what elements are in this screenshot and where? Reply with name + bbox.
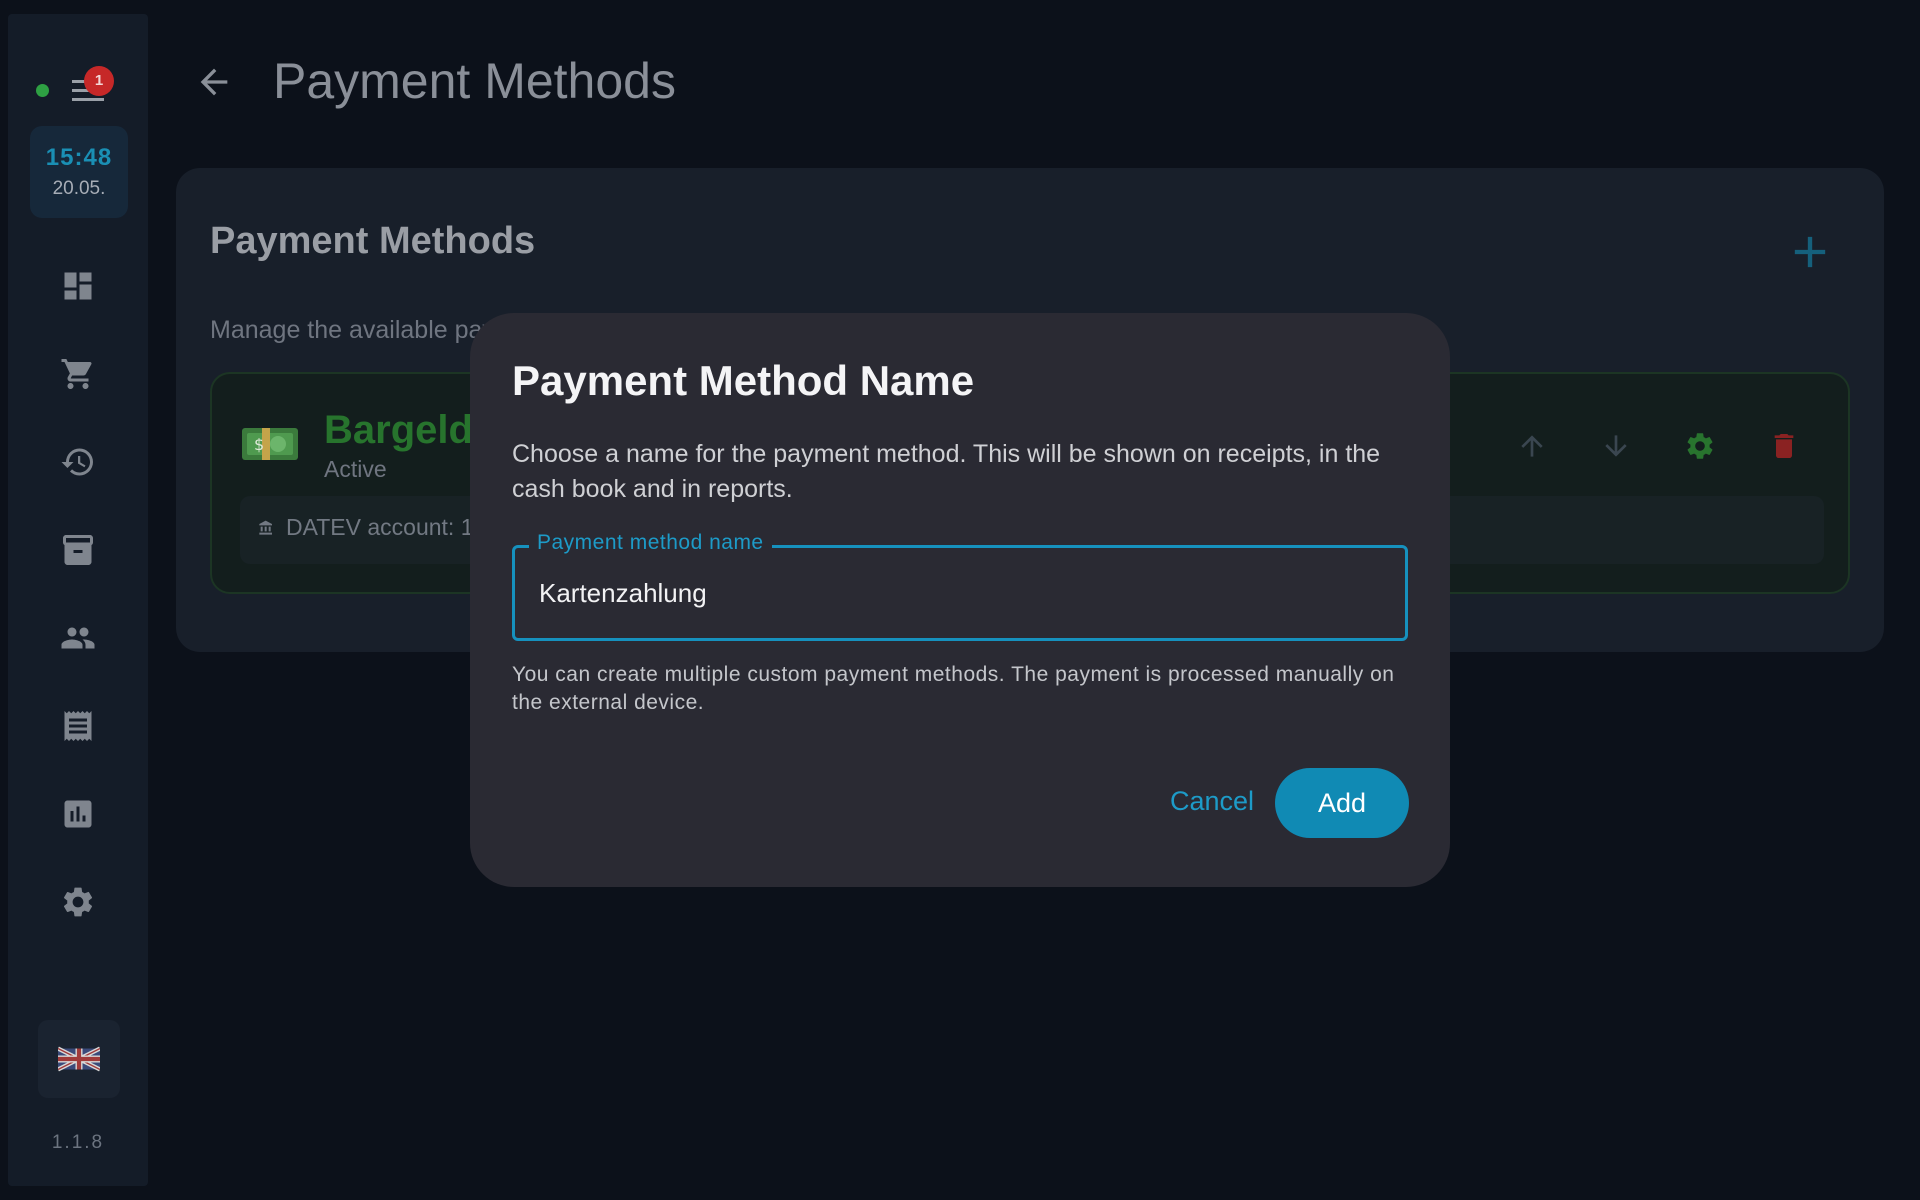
clock-date: 20.05. — [52, 178, 106, 199]
online-status-dot — [36, 84, 49, 97]
payment-method-name-dialog: Payment Method Name Choose a name for th… — [470, 313, 1450, 887]
settings-icon — [63, 887, 93, 917]
page-title: Payment Methods — [273, 53, 676, 109]
people-icon — [61, 627, 95, 649]
arrow-down-icon — [1605, 435, 1627, 457]
payment-method-name-field: Payment method name — [512, 531, 1408, 641]
trash-icon — [1774, 434, 1794, 458]
dialog-title: Payment Method Name — [512, 357, 975, 404]
history-icon — [61, 448, 93, 476]
field-label: Payment method name — [529, 531, 772, 555]
nav-reports[interactable] — [44, 782, 112, 846]
move-up-button[interactable] — [1504, 418, 1560, 474]
arrow-up-icon — [1521, 435, 1543, 457]
app-version: 1.1.8 — [51, 1132, 105, 1153]
back-button[interactable] — [194, 62, 242, 110]
menu-area: 1 — [8, 64, 148, 116]
chart-icon — [64, 800, 92, 828]
method-name: Bargeld — [324, 408, 473, 452]
nav-customers[interactable] — [44, 606, 112, 670]
app: 1 15:48 20.05. 1.1.8 Payment Methods Pay… — [0, 0, 1920, 1200]
card-title: Payment Methods — [210, 220, 536, 262]
dialog-description: Choose a name for the payment method. Th… — [512, 440, 1381, 503]
dashboard-icon — [64, 272, 92, 300]
delete-method-button[interactable] — [1756, 418, 1812, 474]
svg-text:$: $ — [254, 435, 264, 454]
cart-icon — [61, 359, 92, 389]
uk-flag-icon — [58, 1046, 100, 1072]
plus-icon — [1794, 236, 1826, 268]
cancel-button[interactable]: Cancel — [1152, 769, 1272, 833]
nav-archive[interactable] — [44, 518, 112, 582]
add-payment-method-button[interactable] — [1784, 226, 1836, 278]
notification-badge: 1 — [84, 66, 114, 96]
arrow-back-icon — [200, 68, 228, 96]
move-down-button[interactable] — [1588, 418, 1644, 474]
payment-method-name-input[interactable] — [515, 548, 1405, 638]
clock-time: 15:48 — [45, 144, 113, 171]
nav-sales[interactable] — [44, 342, 112, 406]
money-icon: $ — [242, 428, 298, 460]
language-button[interactable] — [38, 1020, 120, 1098]
nav-history[interactable] — [44, 430, 112, 494]
method-status: Active — [324, 456, 387, 482]
dialog-helper-text: You can create multiple custom payment m… — [512, 663, 1395, 714]
receipt-icon — [64, 711, 92, 741]
add-button[interactable]: Add — [1275, 768, 1409, 838]
bank-icon — [259, 520, 272, 535]
archive-icon — [63, 535, 93, 565]
datev-account-text: DATEV account: 1000 — [286, 514, 486, 540]
nav-receipts[interactable] — [44, 694, 112, 758]
clock: 15:48 20.05. — [30, 126, 128, 218]
method-settings-button[interactable] — [1672, 418, 1728, 474]
sidebar: 1 15:48 20.05. 1.1.8 — [8, 14, 148, 1186]
nav-settings[interactable] — [44, 870, 112, 934]
nav-dashboard[interactable] — [44, 254, 112, 318]
gear-icon — [1687, 433, 1713, 459]
